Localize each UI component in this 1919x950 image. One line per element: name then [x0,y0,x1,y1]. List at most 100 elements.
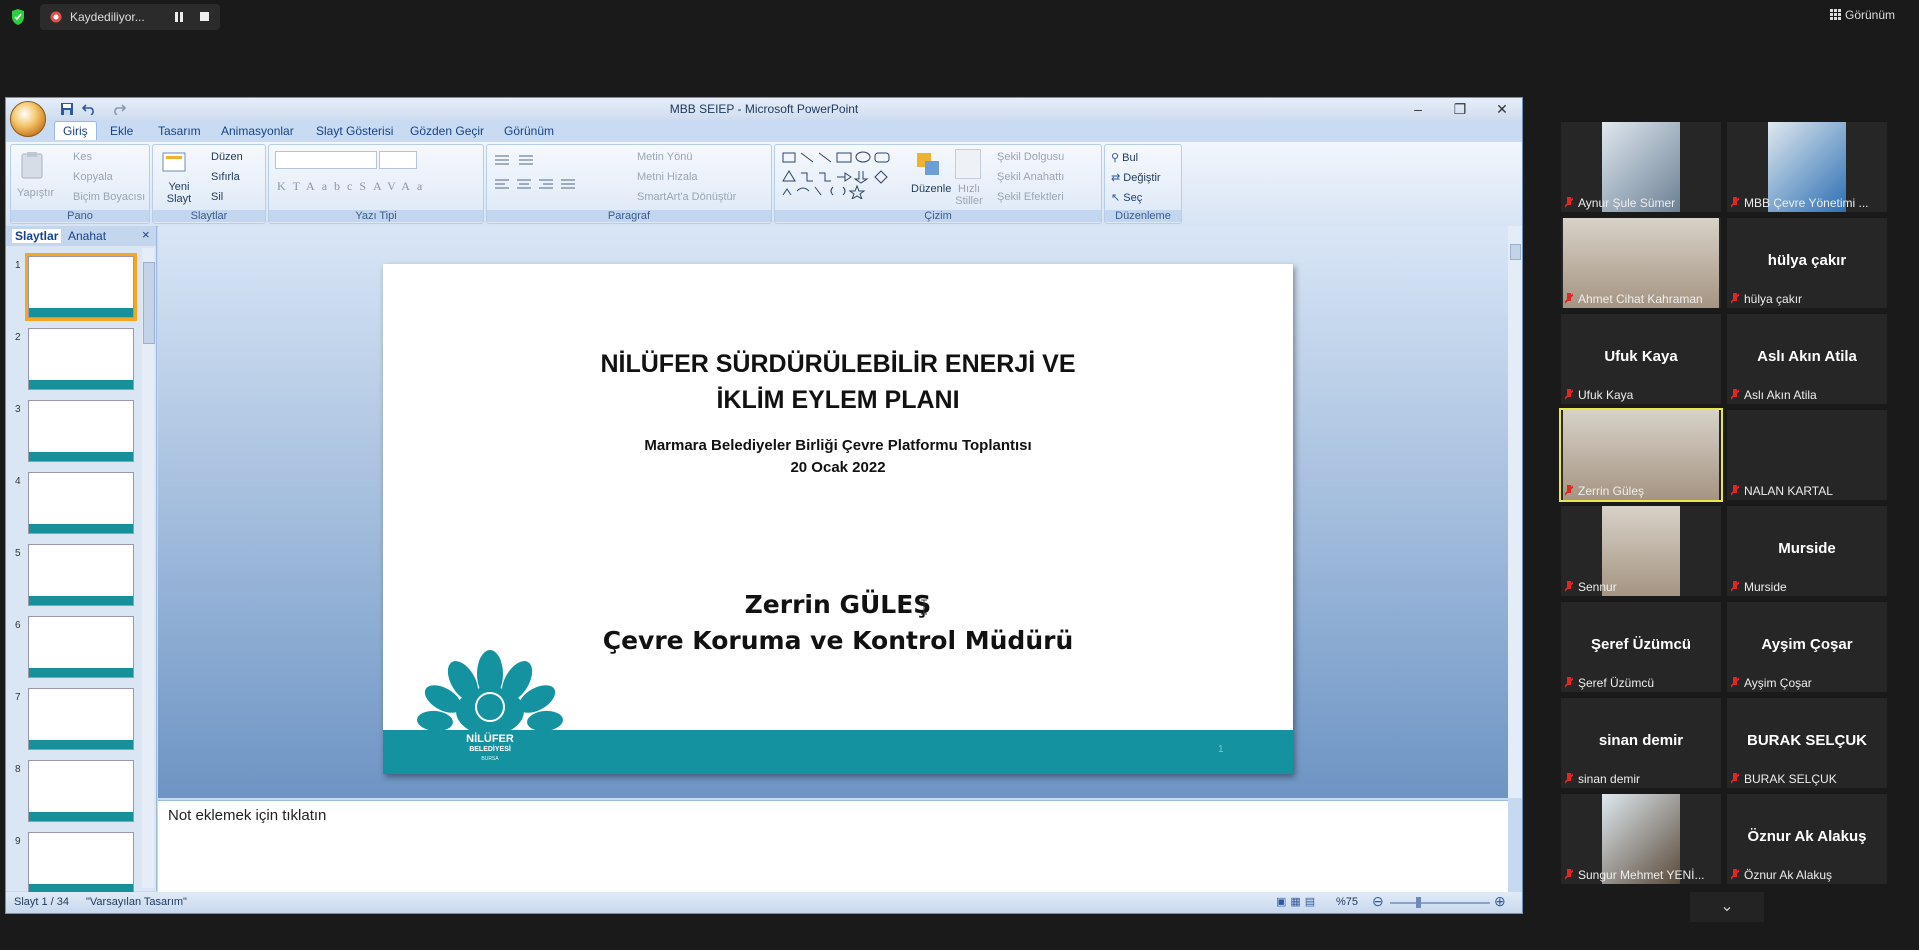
expand-participants-button[interactable]: ⌄ [1690,892,1764,922]
participant-name: hülya çakır [1744,292,1803,306]
participant-tile[interactable]: BURAK SELÇUK BURAK SELÇUK [1727,698,1887,788]
reset-button[interactable]: Sıfırla [211,171,240,183]
slide-title-line1[interactable]: NİLÜFER SÜRDÜRÜLEBİLİR ENERJİ VE [383,350,1293,379]
slide-canvas[interactable]: NİLÜFER SÜRDÜRÜLEBİLİR ENERJİ VE İKLİM E… [383,264,1293,774]
slide-thumbnail[interactable] [28,832,134,894]
tab-anahat[interactable]: Anahat [68,229,106,243]
slide-scrollbar[interactable] [1508,226,1522,798]
find-button[interactable]: ⚲ Bul [1111,151,1138,164]
tab-gorunum[interactable]: Görünüm [504,124,554,138]
shape-outline-button[interactable]: Şekil Anahattı [997,171,1064,183]
zoom-slider[interactable] [1390,902,1490,904]
undo-icon[interactable] [82,103,96,115]
participant-tile[interactable]: Sungur Mehmet YENİ... [1561,794,1721,884]
thumbnail-number: 5 [15,548,21,559]
participant-tile[interactable]: Ahmet Cihat Kahraman [1561,218,1721,308]
participant-name: Murside [1744,580,1787,594]
tab-tasarim[interactable]: Tasarım [158,124,201,138]
participant-display-name: Murside [1778,540,1836,557]
view-buttons[interactable]: ▣▦▤ [1276,895,1319,908]
pane-scrollbar[interactable] [142,248,155,888]
tab-slaytlar[interactable]: Slaytlar [12,229,62,243]
participant-tile[interactable]: sinan demir sinan demir [1561,698,1721,788]
participant-name: Sennur [1578,580,1617,594]
recording-indicator[interactable]: Kaydediliyor... [40,4,220,30]
slide-thumbnail[interactable] [28,400,134,462]
participant-tile[interactable]: Sennur [1561,506,1721,596]
slide-thumbnail[interactable] [28,760,134,822]
font-name-field[interactable] [275,151,377,169]
slide-thumbnail[interactable] [25,253,137,321]
shape-fill-button[interactable]: Şekil Dolgusu [997,151,1064,163]
slide-subtitle-line1[interactable]: Marmara Belediyeler Birliği Çevre Platfo… [383,437,1293,454]
format-painter-button[interactable]: Biçim Boyacısı [73,191,145,203]
restore-button[interactable]: ❐ [1442,98,1478,120]
participant-tile[interactable]: Aslı Akın Atila Aslı Akın Atila [1727,314,1887,404]
participant-tile[interactable]: hülya çakır hülya çakır [1727,218,1887,308]
pause-icon[interactable] [174,12,184,22]
shape-effects-button[interactable]: Şekil Efektleri [997,191,1064,203]
slide-thumbnail[interactable] [28,472,134,534]
quick-styles-icon[interactable] [955,149,981,179]
muted-mic-icon [1731,773,1739,784]
arrange-button[interactable]: Düzenle [911,183,951,195]
quick-styles-button[interactable]: Hızlı Stiller [949,183,989,207]
copy-button[interactable]: Kopyala [73,171,113,183]
minimize-button[interactable]: – [1400,98,1436,120]
tab-gozden-gecir[interactable]: Gözden Geçir [410,124,484,138]
participant-tile[interactable]: NALAN KARTAL [1727,410,1887,500]
cut-button[interactable]: Kes [73,151,92,163]
participant-tile[interactable]: Şeref Üzümcü Şeref Üzümcü [1561,602,1721,692]
participant-name: Şeref Üzümcü [1578,676,1655,690]
font-size-field[interactable] [379,151,417,169]
select-button[interactable]: ↖ Seç [1111,191,1142,204]
shapes-gallery[interactable] [781,151,907,199]
slide-subtitle-line2[interactable]: 20 Ocak 2022 [383,459,1293,476]
text-direction-button[interactable]: Metin Yönü [637,151,692,163]
arrange-icon[interactable] [915,151,943,179]
tab-giris[interactable]: Giriş [54,121,97,140]
align-text-button[interactable]: Metni Hizala [637,171,698,183]
notes-pane[interactable]: Not eklemek için tıklatın [158,800,1508,892]
close-pane-icon[interactable]: × [142,227,150,242]
paragraph-icons[interactable] [493,153,623,193]
zoom-in-icon[interactable]: ⊕ [1494,893,1506,910]
view-button[interactable]: Görünüm [1830,8,1895,22]
layout-button[interactable]: Düzen [211,151,243,163]
save-icon[interactable] [60,102,74,116]
zoom-slider-thumb[interactable] [1416,897,1421,908]
participant-name-caption: Aslı Akın Atila [1731,388,1885,402]
participant-tile[interactable]: Öznur Ak Alakuş Öznur Ak Alakuş [1727,794,1887,884]
tab-slayt-gosterisi[interactable]: Slayt Gösterisi [316,124,393,138]
thumbnail-band [29,668,133,677]
office-button[interactable] [10,101,46,137]
slide-scroll-thumb[interactable] [1510,244,1521,260]
slide-thumbnail[interactable] [28,688,134,750]
presenter-name[interactable]: Zerrin GÜLEŞ [383,590,1293,619]
pane-scroll-thumb[interactable] [143,262,155,344]
stop-icon[interactable] [200,12,209,21]
participant-tile[interactable]: Ufuk Kaya Ufuk Kaya [1561,314,1721,404]
participant-tile[interactable]: Ayşim Çoşar Ayşim Çoşar [1727,602,1887,692]
zoom-out-icon[interactable]: ⊖ [1372,893,1384,910]
replace-button[interactable]: ⇄ Değiştir [1111,171,1161,184]
participant-tile[interactable]: Zerrin Güleş [1559,408,1723,502]
slide-title-line2[interactable]: İKLİM EYLEM PLANI [383,386,1293,415]
tab-ekle[interactable]: Ekle [110,124,133,138]
slide-thumbnail[interactable] [28,328,134,390]
smartart-button[interactable]: SmartArt'a Dönüştür [637,191,736,203]
new-slide-button[interactable]: Yeni Slayt [161,181,197,205]
slide-thumbnail[interactable] [28,616,134,678]
participant-tile[interactable]: Aynur Şule Sümer [1561,122,1721,212]
slide-thumbnail[interactable] [28,544,134,606]
zoom-level[interactable]: %75 [1336,896,1358,908]
delete-button[interactable]: Sil [211,191,223,203]
participant-tile[interactable]: MBB Çevre Yönetimi ... [1727,122,1887,212]
new-slide-icon[interactable] [161,151,187,175]
tab-animasyonlar[interactable]: Animasyonlar [221,124,294,138]
font-format-buttons[interactable]: KTAabcSAVAa [277,179,429,194]
participant-tile[interactable]: Murside Murside [1727,506,1887,596]
paste-icon[interactable] [19,151,45,179]
redo-icon[interactable] [112,103,126,115]
close-button[interactable]: ✕ [1484,98,1520,120]
